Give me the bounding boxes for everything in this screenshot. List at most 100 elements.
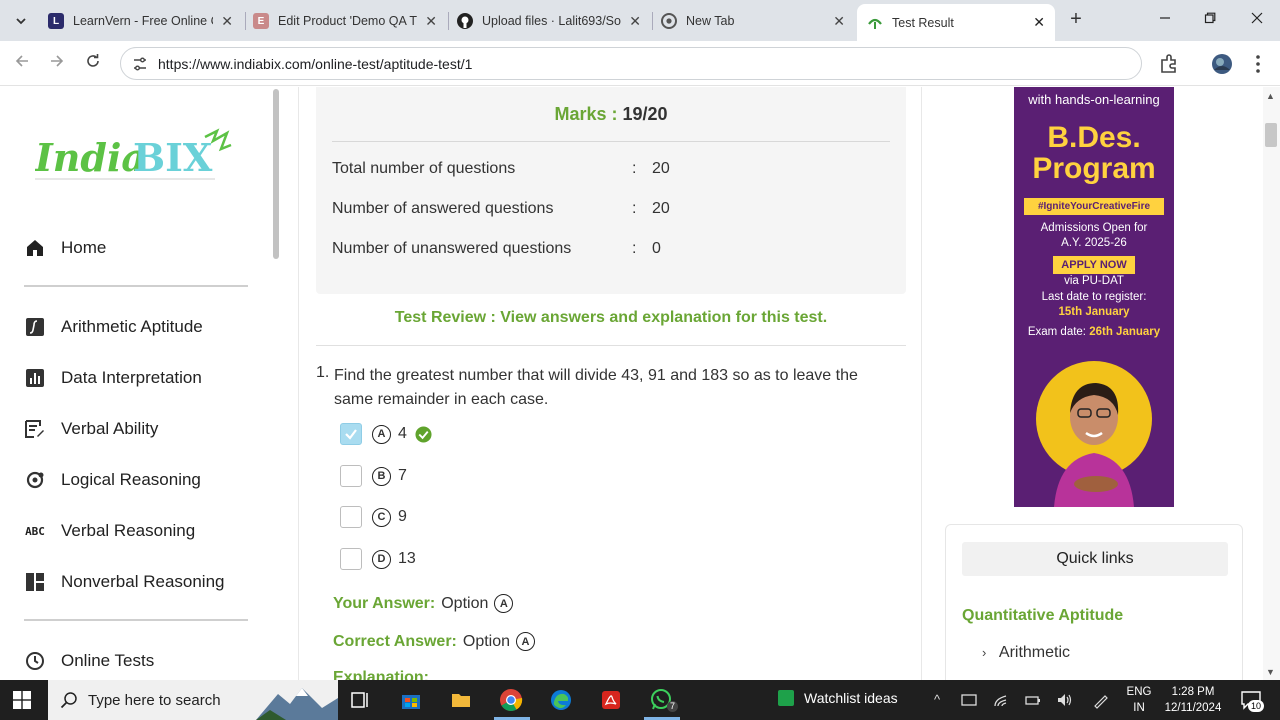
result-summary-card: Marks : 19/20 Total number of questions …: [316, 87, 906, 294]
task-view-button[interactable]: [346, 686, 374, 714]
option-checkbox[interactable]: [340, 465, 362, 487]
profile-avatar-icon[interactable]: [1211, 53, 1233, 75]
sidebar-item-label: Verbal Ability: [61, 419, 159, 438]
sidebar-item-home[interactable]: Home: [24, 237, 106, 259]
chevron-up-icon[interactable]: ^: [928, 691, 946, 709]
minimize-button[interactable]: [1142, 6, 1188, 34]
browser-toolbar: https://www.indiabix.com/online-test/apt…: [0, 41, 1280, 86]
sidebar-item-label: Arithmetic Aptitude: [61, 317, 203, 336]
divider: [332, 141, 890, 142]
restore-button[interactable]: [1187, 6, 1233, 34]
tab-search-button[interactable]: [8, 8, 34, 34]
indiabix-logo[interactable]: India BIX: [34, 127, 235, 187]
scroll-down-arrow-icon[interactable]: ▼: [1266, 667, 1275, 677]
edge-taskbar-button[interactable]: [547, 686, 575, 714]
page-scrollbar-thumb[interactable]: [1265, 123, 1277, 147]
whatsapp-taskbar-button[interactable]: 7: [647, 686, 679, 714]
pen-icon[interactable]: [1092, 691, 1110, 709]
new-tab-button[interactable]: +: [1064, 8, 1088, 32]
option-checkbox[interactable]: [340, 506, 362, 528]
your-answer-letter: A: [494, 594, 514, 613]
chrome-taskbar-button[interactable]: [497, 686, 525, 714]
input-language[interactable]: ENG IN: [1126, 684, 1152, 716]
indiabix-logo-icon: India BIX: [34, 128, 232, 180]
test-review-link[interactable]: Test Review : View answers and explanati…: [316, 309, 906, 327]
url-text: https://www.indiabix.com/online-test/apt…: [158, 56, 473, 72]
marks-heading: Marks : 19/20: [316, 104, 906, 125]
ad-exam: Exam date: 26th January: [1014, 326, 1174, 338]
forward-button[interactable]: [44, 51, 70, 77]
sidebar-item-verbal-ability[interactable]: Verbal Ability: [24, 418, 158, 440]
learnvern-favicon-icon: L: [48, 13, 64, 29]
tab-title: New Tab: [686, 14, 735, 28]
sidebar-scrollbar-thumb[interactable]: [273, 89, 279, 259]
watchlist-label: Watchlist ideas: [804, 690, 898, 706]
reload-button[interactable]: [80, 51, 106, 77]
close-icon[interactable]: ✕: [629, 13, 641, 30]
option-checkbox[interactable]: [340, 548, 362, 570]
quick-link-arithmetic[interactable]: › Arithmetic: [982, 644, 1070, 662]
advertisement-banner[interactable]: with hands-on-learning B.Des. Program #I…: [1014, 87, 1174, 507]
sidebar-item-verbal-reasoning[interactable]: ABC Verbal Reasoning: [24, 520, 195, 542]
question-number: 1.: [316, 364, 330, 381]
ad-hashtag: #IgniteYourCreativeFire: [1024, 198, 1164, 215]
sidebar-item-online-tests[interactable]: Online Tests: [24, 650, 154, 672]
ad-via: via PU-DAT: [1064, 275, 1124, 287]
close-icon[interactable]: ✕: [221, 13, 233, 30]
sidebar-item-data-interpretation[interactable]: Data Interpretation: [24, 367, 202, 389]
system-clock[interactable]: 1:28 PM 12/11/2024: [1162, 684, 1224, 716]
quick-links-section[interactable]: Quantitative Aptitude: [962, 607, 1123, 625]
stat-separator: :: [632, 160, 637, 177]
back-button[interactable]: [9, 51, 35, 77]
display-icon[interactable]: [960, 691, 978, 709]
microsoft-store-button[interactable]: [397, 686, 425, 714]
tab-edit-product[interactable]: E Edit Product 'Demo QA T ✕: [243, 6, 447, 36]
indiabix-favicon-icon: [867, 15, 883, 31]
windows-start-icon[interactable]: [13, 691, 31, 709]
ad-exam-label: Exam date:: [1027, 326, 1086, 338]
sidebar-item-label: Data Interpretation: [61, 368, 202, 387]
site-info-icon[interactable]: [131, 55, 149, 73]
tab-github-upload[interactable]: Upload files · Lalit693/So ✕: [447, 6, 651, 36]
ad-apply-button[interactable]: APPLY NOW: [1053, 256, 1135, 274]
option-d[interactable]: D 13: [340, 548, 416, 570]
clock-time: 1:28 PM: [1171, 686, 1215, 698]
page-scrollbar[interactable]: [1263, 87, 1280, 680]
file-explorer-button[interactable]: [447, 686, 475, 714]
scroll-up-arrow-icon[interactable]: ▲: [1266, 91, 1275, 101]
sidebar: India BIX Home Arithmetic Aptitude Data …: [0, 87, 270, 680]
close-icon[interactable]: ✕: [833, 13, 845, 30]
ad-student-photo: [1036, 361, 1152, 507]
taskbar-search-box[interactable]: Type here to search: [48, 680, 338, 720]
close-icon[interactable]: ✕: [425, 13, 437, 30]
explanation: Explanation:: [333, 669, 435, 680]
option-a[interactable]: A 4: [340, 423, 432, 445]
close-window-button[interactable]: [1234, 6, 1280, 34]
option-b[interactable]: B 7: [340, 465, 407, 487]
wifi-icon[interactable]: [992, 691, 1010, 709]
option-checkbox[interactable]: [340, 423, 362, 445]
option-c[interactable]: C 9: [340, 506, 407, 528]
tab-learnvern[interactable]: L LearnVern - Free Online C ✕: [38, 6, 243, 36]
battery-icon[interactable]: [1024, 691, 1042, 709]
main-content: Marks : 19/20 Total number of questions …: [298, 87, 922, 680]
acrobat-taskbar-button[interactable]: [597, 686, 625, 714]
stat-separator: :: [632, 240, 637, 257]
sidebar-divider: [24, 619, 248, 621]
restore-icon: [1204, 12, 1216, 24]
sidebar-item-arithmetic-aptitude[interactable]: Arithmetic Aptitude: [24, 316, 203, 338]
extensions-icon[interactable]: [1158, 53, 1180, 75]
more-vertical-icon[interactable]: [1247, 53, 1269, 75]
volume-icon[interactable]: [1056, 691, 1074, 709]
stat-value: 20: [652, 200, 670, 217]
taskbar: Type here to search 7 Watchlist ideas ^ …: [0, 680, 1280, 720]
sidebar-item-logical-reasoning[interactable]: Logical Reasoning: [24, 469, 201, 491]
watchlist-widget[interactable]: Watchlist ideas: [778, 690, 898, 706]
address-bar[interactable]: https://www.indiabix.com/online-test/apt…: [120, 47, 1142, 80]
tab-test-result[interactable]: Test Result ✕: [857, 4, 1055, 41]
correct-answer-prefix: Option: [462, 632, 511, 650]
sidebar-item-nonverbal-reasoning[interactable]: Nonverbal Reasoning: [24, 571, 225, 593]
close-icon[interactable]: ✕: [1033, 14, 1045, 31]
tab-new-tab[interactable]: New Tab ✕: [651, 6, 855, 36]
minimize-icon: [1160, 17, 1170, 19]
